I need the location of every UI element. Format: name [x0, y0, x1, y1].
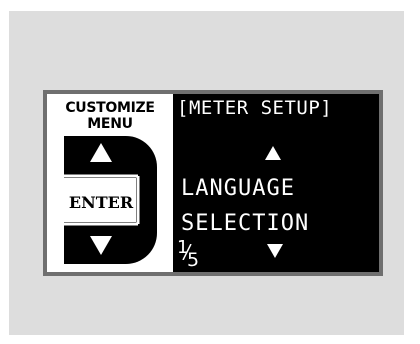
up-arrow-icon: [265, 146, 281, 160]
enter-button[interactable]: ENTER: [64, 194, 138, 212]
down-arrow-icon: [267, 244, 283, 258]
screen-title: [METER SETUP]: [177, 97, 333, 119]
menu-item-line1[interactable]: LANGUAGE: [181, 176, 295, 201]
menu-item-line2[interactable]: SELECTION: [181, 211, 309, 236]
customize-menu-area: CUSTOMIZE MENU ENTER: [47, 94, 173, 272]
navigation-pad: ENTER: [64, 136, 157, 264]
lcd-display: CUSTOMIZE MENU ENTER [METER SETUP] LANGU…: [47, 94, 379, 272]
menu-title-line2: MENU: [87, 116, 133, 132]
page-total: 5: [187, 249, 200, 271]
customize-menu-title: CUSTOMIZE MENU: [47, 100, 173, 132]
background-panel: CUSTOMIZE MENU ENTER [METER SETUP] LANGU…: [9, 11, 404, 335]
display-frame: CUSTOMIZE MENU ENTER [METER SETUP] LANGU…: [43, 90, 383, 276]
menu-title-line1: CUSTOMIZE: [65, 100, 155, 116]
